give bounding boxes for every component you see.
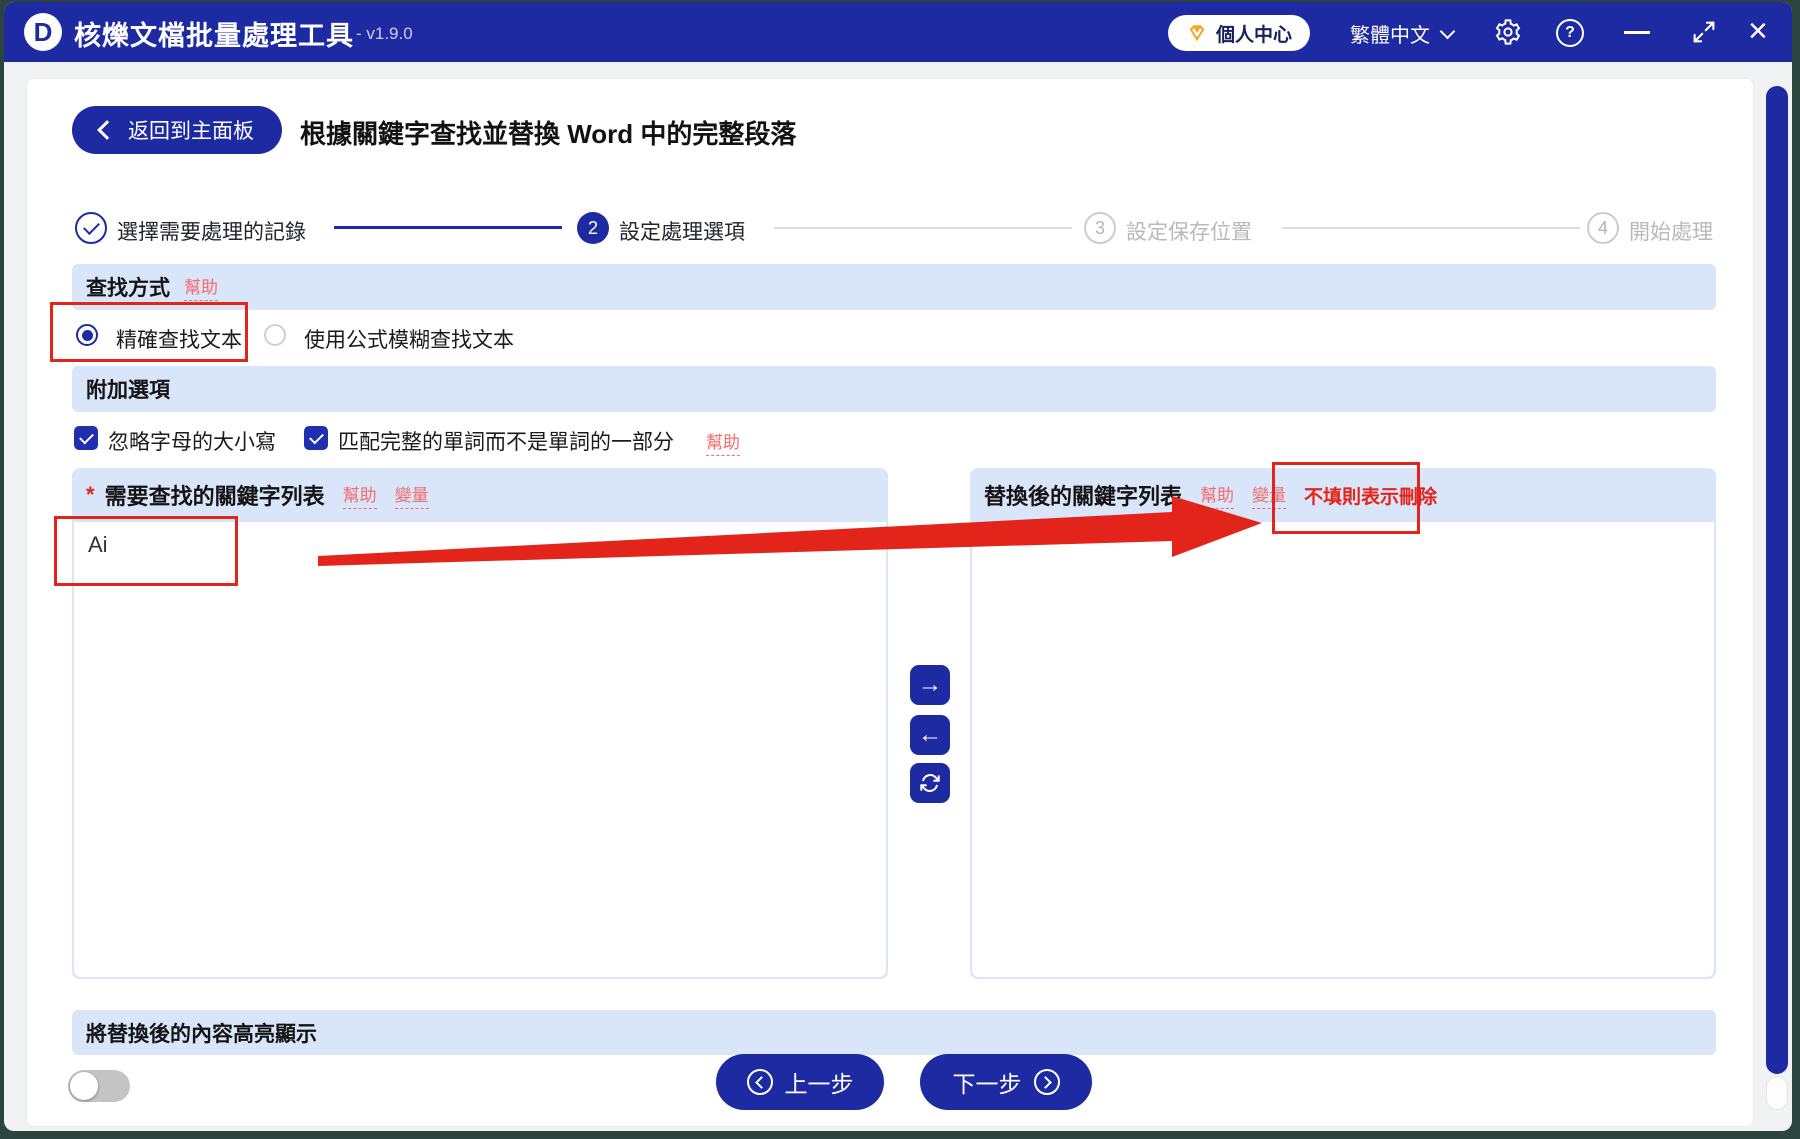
find-panel-variable-link[interactable]: 變量 xyxy=(394,481,429,509)
checkbox-ignore-case-label[interactable]: 忽略字母的大小寫 xyxy=(108,426,276,456)
user-center-label: 個人中心 xyxy=(1216,24,1293,46)
find-panel-header: * 需要查找的關鍵字列表 幫助 變量 xyxy=(72,468,888,522)
replace-keywords-panel: 替換後的關鍵字列表 幫助 變量 不填則表示刪除 xyxy=(970,468,1716,979)
replace-panel-header: 替換後的關鍵字列表 幫助 變量 不填則表示刪除 xyxy=(970,468,1716,522)
app-title: 核爍文檔批量處理工具 xyxy=(74,21,354,51)
replace-panel-help-link[interactable]: 幫助 xyxy=(1200,481,1235,509)
search-mode-section-header: 查找方式 幫助 xyxy=(72,264,1716,310)
check-icon xyxy=(82,217,100,235)
step-connector xyxy=(334,226,562,229)
gear-icon[interactable] xyxy=(1494,18,1522,46)
extra-options-section-header: 附加選項 xyxy=(72,366,1716,412)
extra-options-help-link[interactable]: 幫助 xyxy=(706,428,740,456)
step-4-label: 開始處理 xyxy=(1629,221,1713,244)
refresh-icon xyxy=(919,772,941,794)
extra-options-title: 附加選項 xyxy=(86,379,170,402)
scrollbar-thumb[interactable] xyxy=(1766,86,1788,1074)
back-to-dashboard-button[interactable]: 返回到主面板 xyxy=(72,106,282,154)
back-button-label: 返回到主面板 xyxy=(128,120,254,143)
toggle-knob xyxy=(70,1072,98,1100)
find-keywords-textarea[interactable]: Ai xyxy=(74,522,886,977)
scrollbar-track-end xyxy=(1766,1076,1788,1110)
find-keywords-panel: * 需要查找的關鍵字列表 幫助 變量 Ai xyxy=(72,468,888,979)
move-left-button[interactable]: ← xyxy=(910,715,950,755)
language-label: 繁體中文 xyxy=(1350,25,1430,47)
resize-icon[interactable] xyxy=(1690,18,1718,46)
user-center-button[interactable]: 個人中心 xyxy=(1168,15,1311,51)
replace-panel-variable-link[interactable]: 變量 xyxy=(1252,481,1287,509)
radio-fuzzy-search[interactable] xyxy=(264,324,286,351)
step-3-circle: 3 xyxy=(1084,212,1116,244)
arrow-right-icon: → xyxy=(918,671,942,698)
replace-panel-title: 替換後的關鍵字列表 xyxy=(984,484,1183,509)
highlight-toggle[interactable] xyxy=(68,1070,130,1102)
step-2-label: 設定處理選項 xyxy=(619,221,745,244)
replace-panel-empty-note: 不填則表示刪除 xyxy=(1304,486,1438,508)
app-version: - v1.9.0 xyxy=(356,24,413,43)
highlight-section-header: 將替換後的內容高亮顯示 xyxy=(72,1010,1716,1055)
step-4-circle: 4 xyxy=(1587,212,1619,244)
minimize-icon[interactable] xyxy=(1624,31,1650,34)
checkbox-whole-word[interactable] xyxy=(304,426,328,450)
step-connector xyxy=(774,227,1072,229)
arrow-left-icon: ← xyxy=(918,721,942,748)
find-panel-help-link[interactable]: 幫助 xyxy=(342,481,377,509)
refresh-button[interactable] xyxy=(910,763,950,803)
chevron-left-icon xyxy=(97,120,117,140)
search-mode-help-link[interactable]: 幫助 xyxy=(184,273,218,301)
search-mode-title: 查找方式 xyxy=(86,277,170,300)
radio-exact-search[interactable] xyxy=(76,324,98,346)
radio-exact-search-label[interactable]: 精確查找文本 xyxy=(116,324,242,354)
close-icon[interactable]: × xyxy=(1748,11,1768,51)
app-logo: D xyxy=(24,13,62,51)
step-2-circle: 2 xyxy=(577,212,609,244)
find-panel-title: 需要查找的關鍵字列表 xyxy=(104,484,325,509)
vip-gem-icon xyxy=(1186,22,1208,44)
language-selector[interactable]: 繁體中文 xyxy=(1350,19,1456,48)
prev-button-label: 上一步 xyxy=(784,1071,854,1097)
step-3-label: 設定保存位置 xyxy=(1126,221,1252,244)
app-window: D 核爍文檔批量處理工具 - v1.9.0 個人中心 繁體中文 ? × 返回到主… xyxy=(4,2,1792,1131)
titlebar: D 核爍文檔批量處理工具 - v1.9.0 個人中心 繁體中文 ? × xyxy=(4,2,1792,62)
radio-selected-icon xyxy=(76,324,98,346)
chevron-left-circle-icon xyxy=(746,1069,773,1095)
page-title: 根據關鍵字查找並替換 Word 中的完整段落 xyxy=(300,119,797,149)
required-mark: * xyxy=(86,482,95,507)
replace-keywords-textarea[interactable] xyxy=(972,522,1714,977)
chevron-down-icon xyxy=(1439,23,1456,40)
radio-unselected-icon xyxy=(264,324,286,346)
radio-fuzzy-search-label[interactable]: 使用公式模糊查找文本 xyxy=(304,324,514,354)
next-step-button[interactable]: 下一步 xyxy=(920,1054,1092,1110)
next-button-label: 下一步 xyxy=(952,1071,1022,1097)
step-connector xyxy=(1282,227,1580,229)
chevron-right-circle-icon xyxy=(1033,1069,1060,1095)
step-1-circle xyxy=(75,212,107,244)
help-icon[interactable]: ? xyxy=(1556,19,1584,47)
checkbox-whole-word-label[interactable]: 匹配完整的單詞而不是單詞的一部分 xyxy=(338,426,674,456)
highlight-title: 將替換後的內容高亮顯示 xyxy=(86,1022,317,1046)
step-1-label: 選擇需要處理的記錄 xyxy=(117,221,306,244)
desktop: D 核爍文檔批量處理工具 - v1.9.0 個人中心 繁體中文 ? × 返回到主… xyxy=(0,0,1800,1139)
move-right-button[interactable]: → xyxy=(910,665,950,705)
prev-step-button[interactable]: 上一步 xyxy=(716,1054,884,1110)
checkbox-ignore-case[interactable] xyxy=(74,426,98,450)
